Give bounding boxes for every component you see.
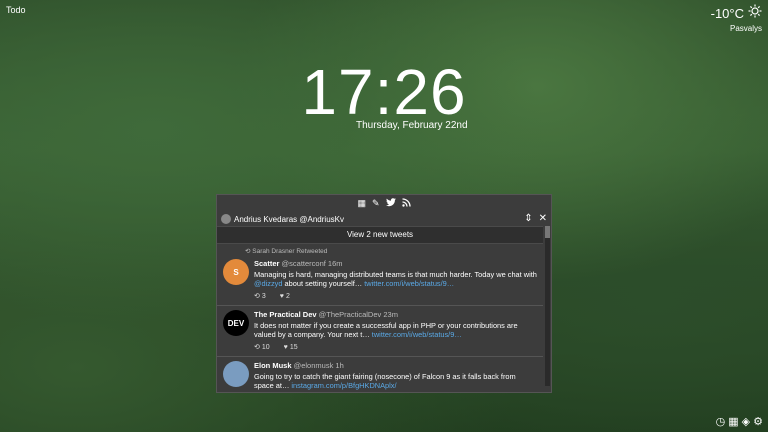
tweet-item[interactable]: DEV The Practical Dev @ThePracticalDev 2… <box>217 306 543 357</box>
location: Pasvalys <box>729 24 762 33</box>
tweet-text-cont: about setting yourself… <box>284 279 363 288</box>
twitter-icon[interactable] <box>385 198 396 209</box>
tweet-link[interactable]: twitter.com/i/web/status/9… <box>364 279 454 288</box>
account-handle[interactable]: @AndriusKv <box>299 215 344 224</box>
calendar-icon[interactable]: ▦ <box>728 415 738 428</box>
clock-time: 17:26 <box>301 56 467 128</box>
avatar[interactable] <box>223 361 249 387</box>
twitter-panel: ▦ ✎ Andrius Kvedaras @AndriusKv ⇕ ✕ View… <box>216 194 552 393</box>
view-new-tweets-button[interactable]: View 2 new tweets <box>217 226 543 244</box>
retweet-button[interactable]: ⟲ 3 <box>254 292 266 302</box>
bottom-toolbar: ◷ ▦ ◈ ⚙ <box>716 415 763 428</box>
tweet-handle[interactable]: @ThePracticalDev <box>319 310 382 319</box>
tweet-author[interactable]: Scatter <box>254 259 279 268</box>
retweet-button[interactable]: ⟲ 10 <box>254 343 270 353</box>
sun-icon <box>748 4 762 23</box>
tweet-link[interactable]: instagram.com/p/BfgHKDNAplx/ <box>291 381 396 390</box>
retweet-note: ⟲ Sarah Drasner Retweeted <box>245 248 328 255</box>
account-row: Andrius Kvedaras @AndriusKv ⇕ ✕ <box>217 212 551 226</box>
tweet-handle[interactable]: @elonmusk <box>294 361 334 370</box>
like-button[interactable]: ♥ 15 <box>284 343 298 353</box>
weather-widget[interactable]: -10°C Pasvalys <box>711 4 762 33</box>
account-name[interactable]: Andrius Kvedaras <box>234 215 297 224</box>
tweet-feed: ⟲ Sarah Drasner Retweeted S Scatter @sca… <box>217 244 551 392</box>
tweet-text: Managing is hard, managing distributed t… <box>254 269 537 279</box>
expand-icon[interactable]: ⇕ <box>524 213 532 224</box>
grid-icon[interactable]: ▦ <box>357 199 366 208</box>
tweet-author[interactable]: The Practical Dev <box>254 310 317 319</box>
tweet-mention[interactable]: @dizzyd <box>254 279 282 288</box>
tweet-time: 1h <box>335 361 344 370</box>
temperature: -10°C <box>710 6 744 21</box>
avatar[interactable]: DEV <box>223 310 249 336</box>
tweet-time: 23m <box>383 310 398 319</box>
tweet-item[interactable]: S Scatter @scatterconf 16m Managing is h… <box>217 255 543 306</box>
tweet-time: 16m <box>327 259 343 268</box>
avatar[interactable]: S <box>223 259 249 285</box>
todo-link[interactable]: Todo <box>6 5 26 15</box>
rss-icon[interactable] <box>401 198 411 209</box>
gear-icon[interactable]: ⚙ <box>753 415 763 428</box>
compose-icon[interactable]: ✎ <box>372 199 380 208</box>
tweet-handle[interactable]: @scatterconf <box>282 259 326 268</box>
scrollbar-thumb[interactable] <box>545 226 550 238</box>
tweet-author[interactable]: Elon Musk <box>254 361 292 370</box>
clock-date: Thursday, February 22nd <box>356 120 468 131</box>
tweet-item[interactable]: Elon Musk @elonmusk 1h Going to try to c… <box>217 357 543 392</box>
dropbox-icon[interactable]: ◈ <box>742 415 750 428</box>
panel-tabs: ▦ ✎ <box>217 195 551 212</box>
clock-icon[interactable]: ◷ <box>716 415 726 428</box>
close-icon[interactable]: ✕ <box>539 213 547 224</box>
account-avatar[interactable] <box>221 214 231 224</box>
scrollbar[interactable] <box>545 226 550 386</box>
like-button[interactable]: ♥ 2 <box>280 292 290 302</box>
tweet-link[interactable]: twitter.com/i/web/status/9… <box>372 330 462 339</box>
